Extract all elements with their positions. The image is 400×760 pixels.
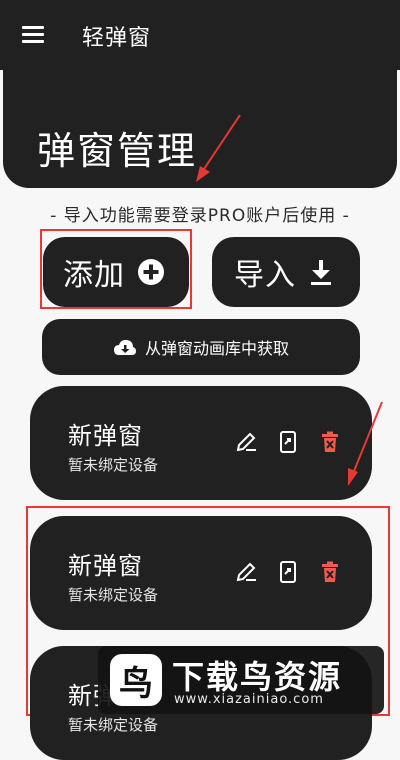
import-button[interactable]: 导入 — [212, 237, 360, 307]
edit-icon[interactable] — [234, 430, 258, 454]
annotation-arrow — [196, 114, 241, 182]
app-title: 轻弹窗 — [82, 26, 152, 51]
delete-icon[interactable] — [318, 430, 342, 454]
library-button[interactable]: 从弹窗动画库中获取 — [42, 319, 360, 375]
annotation-arrow — [348, 401, 383, 486]
card-title: 新弹窗 — [68, 422, 143, 450]
cloud-download-icon — [113, 339, 136, 355]
popup-card[interactable]: 新弹窗 暂未绑定设备 — [30, 386, 372, 500]
library-button-label: 从弹窗动画库中获取 — [144, 339, 289, 358]
card-subtitle: 暂未绑定设备 — [68, 456, 159, 474]
highlight-box — [40, 229, 192, 309]
page-title: 弹窗管理 — [37, 129, 198, 173]
download-icon — [311, 260, 331, 285]
import-notice: - 导入功能需要登录PRO账户后使用 - — [50, 206, 350, 226]
watermark-url: www.xiazainiao.com — [174, 692, 324, 707]
import-button-label: 导入 — [234, 258, 296, 293]
watermark: 鸟 下载鸟资源 www.xiazainiao.com — [98, 646, 384, 714]
device-sync-icon[interactable] — [276, 430, 300, 454]
watermark-logo: 鸟 — [110, 654, 162, 706]
menu-icon[interactable] — [22, 26, 44, 44]
